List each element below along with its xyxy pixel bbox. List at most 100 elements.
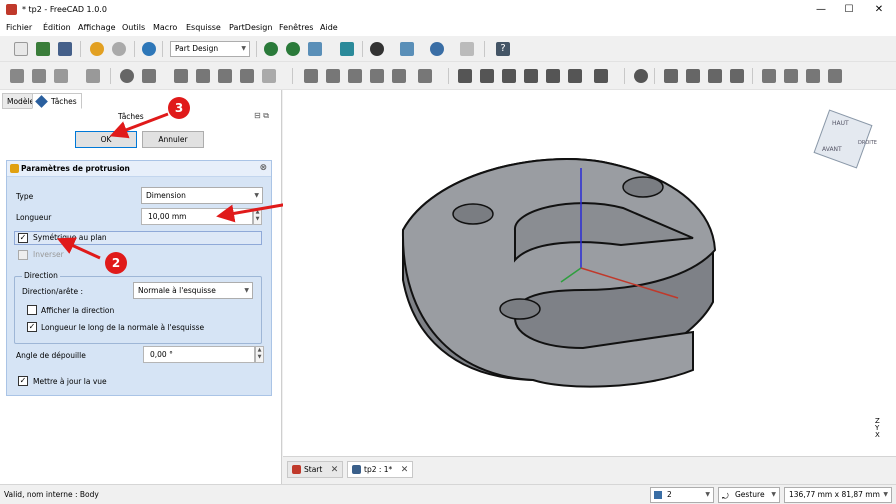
linear-pattern-icon[interactable]: [784, 69, 798, 83]
draft-angle-spinner[interactable]: ▲ ▼: [255, 346, 264, 363]
fit-all-icon[interactable]: [264, 42, 278, 56]
sketch-icon[interactable]: [142, 69, 156, 83]
menu-outils[interactable]: Outils: [122, 23, 145, 32]
navigation-cube[interactable]: HAUT AVANT DROITE: [800, 98, 890, 178]
menu-edition[interactable]: Édition: [43, 23, 71, 32]
menu-partdesign[interactable]: PartDesign: [229, 23, 272, 32]
revolution-icon[interactable]: [326, 69, 340, 83]
mirrored-icon[interactable]: [762, 69, 776, 83]
subtractive-primitive-icon[interactable]: [594, 69, 608, 83]
hole-3: [499, 298, 541, 320]
validate-sketch-icon[interactable]: [174, 69, 188, 83]
length-along-normal-label: Longueur le long de la normale à l'esqui…: [41, 323, 205, 332]
workbench-selector[interactable]: Part Design ▼: [170, 41, 250, 57]
refresh-icon[interactable]: [142, 42, 156, 56]
toolbar-row-1: Part Design ▼ ?: [0, 36, 896, 62]
freecad-icon: [6, 4, 17, 15]
link-group-icon[interactable]: [86, 69, 100, 83]
length-along-normal-checkbox[interactable]: ✓: [27, 322, 37, 332]
axis-x-label: X: [875, 431, 880, 439]
shapebinder-icon[interactable]: [120, 69, 134, 83]
minimize-button[interactable]: —: [806, 0, 836, 20]
status-bar: Valid, nom interne : Body 2 ▼ ⤾ Gesture ▼ …: [0, 484, 896, 504]
3d-view[interactable]: HAUT AVANT DROITE Z Y X: [283, 90, 896, 456]
menu-aide[interactable]: Aide: [320, 23, 338, 32]
close-button[interactable]: ✕: [864, 0, 894, 20]
chamfer-icon[interactable]: [686, 69, 700, 83]
measure-icon[interactable]: [430, 42, 444, 56]
show-direction-checkbox[interactable]: [27, 305, 37, 315]
datum-line-icon[interactable]: [218, 69, 232, 83]
link-icon[interactable]: [460, 42, 474, 56]
start-icon: [292, 465, 301, 474]
datum-plane-icon[interactable]: [240, 69, 254, 83]
subtractive-pipe-icon[interactable]: [546, 69, 560, 83]
navigation-value: Gesture: [735, 490, 765, 499]
menu-affichage[interactable]: Affichage: [78, 23, 116, 32]
std-view-icon[interactable]: [400, 42, 414, 56]
boolean-icon[interactable]: [634, 69, 648, 83]
new-file-icon[interactable]: [14, 42, 28, 56]
undo-icon[interactable]: [90, 42, 104, 56]
document-tabs: Start ✕ tp2 : 1* ✕: [283, 456, 896, 480]
menu-esquisse[interactable]: Esquisse: [186, 23, 221, 32]
show-direction-label: Afficher la direction: [41, 306, 115, 315]
save-icon[interactable]: [58, 42, 72, 56]
update-view-checkbox[interactable]: ✓: [18, 376, 28, 386]
draw-style-icon[interactable]: [370, 42, 384, 56]
polar-pattern-icon[interactable]: [806, 69, 820, 83]
thickness-icon[interactable]: [730, 69, 744, 83]
pocket-icon[interactable]: [458, 69, 472, 83]
callout-arrows: [56, 112, 295, 260]
close-tab-tp2-icon[interactable]: ✕: [401, 462, 409, 478]
tab-tp2-label: tp2 : 1*: [364, 465, 393, 474]
arrow-2: [56, 237, 101, 260]
view-menu-icon[interactable]: [308, 42, 322, 56]
whats-this-icon[interactable]: ?: [496, 42, 510, 56]
dimension-readout[interactable]: 136,77 mm x 81,87 mm ▼: [784, 487, 892, 503]
navigation-style-select[interactable]: ⤾ Gesture ▼: [718, 487, 780, 503]
arrow-3: [109, 112, 169, 139]
part-icon[interactable]: [32, 69, 46, 83]
callout-3: 3: [168, 97, 190, 119]
multi-transform-icon[interactable]: [828, 69, 842, 83]
groove-icon[interactable]: [502, 69, 516, 83]
draw-style-select[interactable]: 2 ▼: [650, 487, 714, 503]
draw-style-swatch-icon: [654, 491, 662, 499]
redo-icon[interactable]: [112, 42, 126, 56]
subtractive-loft-icon[interactable]: [524, 69, 538, 83]
axis-cross: Z Y X: [875, 418, 880, 439]
update-view-label: Mettre à jour la vue: [33, 377, 107, 386]
menu-fichier[interactable]: Fichier: [6, 23, 32, 32]
document-icon: [352, 465, 361, 474]
tab-start-label: Start: [304, 465, 323, 474]
workbench-label: Part Design: [175, 44, 219, 53]
loft-icon[interactable]: [348, 69, 362, 83]
body-icon[interactable]: [10, 69, 24, 83]
window-title: * tp2 - FreeCAD 1.0.0: [22, 5, 107, 14]
additive-primitive-icon[interactable]: [418, 69, 432, 83]
navcube-body[interactable]: [813, 109, 873, 169]
draft-angle-input[interactable]: 0,00 °: [143, 346, 255, 363]
callout-2: 2: [105, 252, 127, 274]
tab-start[interactable]: Start ✕: [287, 461, 344, 478]
open-file-icon[interactable]: [36, 42, 50, 56]
fillet-icon[interactable]: [664, 69, 678, 83]
close-tab-start-icon[interactable]: ✕: [331, 462, 339, 478]
datum-point-icon[interactable]: [196, 69, 210, 83]
maximize-button[interactable]: ☐: [834, 0, 864, 20]
box-zoom-icon[interactable]: [340, 42, 354, 56]
hole-icon[interactable]: [480, 69, 494, 83]
draft-icon[interactable]: [708, 69, 722, 83]
fit-selection-icon[interactable]: [286, 42, 300, 56]
hole-1: [452, 203, 494, 225]
menu-macro[interactable]: Macro: [153, 23, 177, 32]
pipe-icon[interactable]: [370, 69, 384, 83]
local-cs-icon[interactable]: [262, 69, 276, 83]
tab-tp2[interactable]: tp2 : 1* ✕: [347, 461, 414, 478]
menu-fenetres[interactable]: Fenêtres: [279, 23, 313, 32]
subtractive-helix-icon[interactable]: [568, 69, 582, 83]
pad-icon[interactable]: [304, 69, 318, 83]
group-icon[interactable]: [54, 69, 68, 83]
helix-icon[interactable]: [392, 69, 406, 83]
